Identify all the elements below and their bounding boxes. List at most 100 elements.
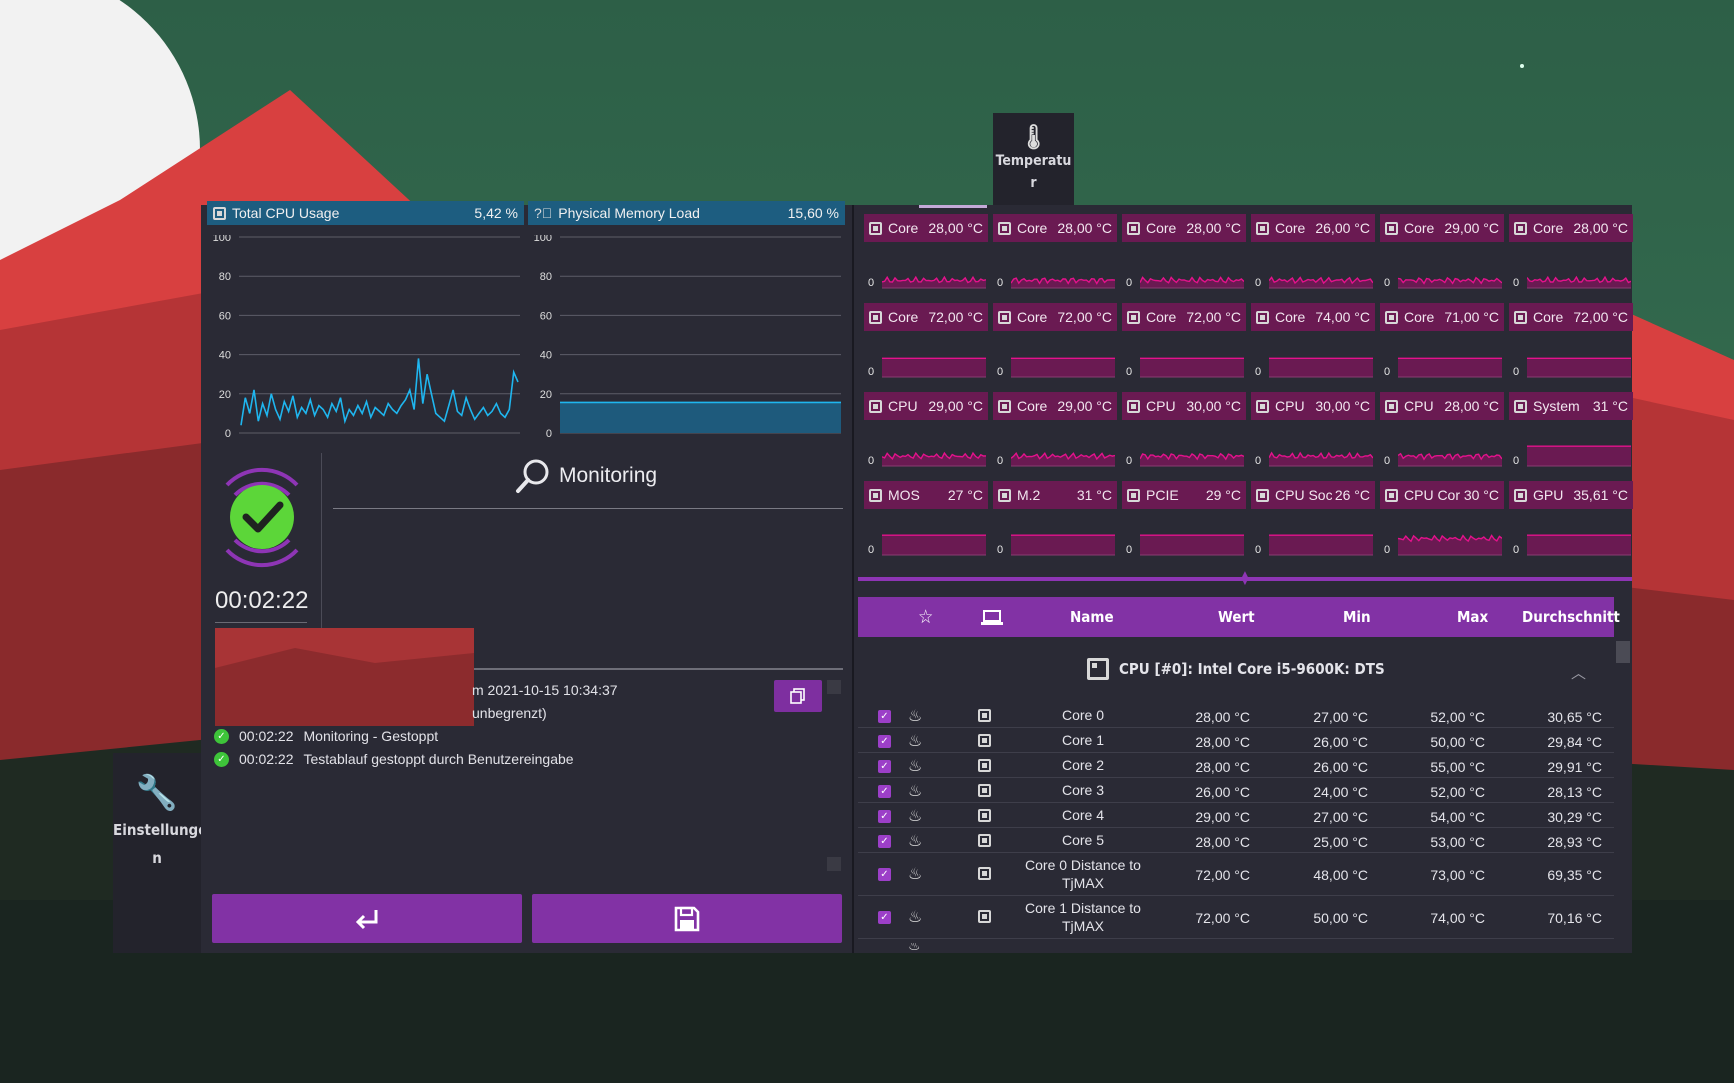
table-row-partial: ♨: [858, 943, 1614, 953]
row-name: Core 3: [1061, 782, 1105, 798]
y-tick-label: 100: [534, 235, 552, 244]
row-checkbox[interactable]: ✓: [878, 735, 891, 748]
temperature-icon: ♨: [908, 866, 923, 883]
splitter-handle[interactable]: ▲ ▼: [1240, 570, 1250, 588]
row-name: Core 2: [1061, 757, 1105, 773]
sensor-tile-header[interactable]: Core 72,00 °C: [864, 303, 988, 331]
memory-load-area: [560, 402, 841, 433]
sensor-tile-axis-zero: 0: [1513, 455, 1520, 467]
sensor-tile-header[interactable]: MOS 27 °C: [864, 481, 988, 509]
log-divider: [474, 668, 843, 670]
sensor-tile-value: 27 °C: [947, 487, 983, 503]
return-button[interactable]: [212, 894, 522, 943]
sensor-tile-header[interactable]: Core 72,00 °C: [1122, 303, 1246, 331]
log-scroll-up[interactable]: [827, 680, 841, 694]
sensor-tile-axis-zero: 0: [1384, 544, 1391, 556]
chip-icon: [978, 809, 991, 822]
table-row[interactable]: ✓ ♨ Core 3 26,00 °C 24,00 °C 52,00 °C 28,13 °C: [858, 778, 1614, 803]
save-button[interactable]: [532, 894, 842, 943]
elapsed-timer: 00:02:22: [215, 587, 309, 614]
sensor-tile-header[interactable]: Core 72,00 °C: [993, 303, 1117, 331]
sensor-tile-header[interactable]: CPU 30,00 °C: [1122, 392, 1246, 420]
row-checkbox[interactable]: ✓: [878, 911, 891, 924]
chip-icon: [978, 867, 991, 880]
sensor-sparkline: [1398, 534, 1502, 556]
wrench-icon: 🔧: [135, 773, 179, 813]
return-arrow-icon: [355, 909, 378, 929]
row-name: Core 4: [1061, 807, 1105, 823]
sensor-group-header[interactable]: CPU [#0]: Intel Core i5-9600K: DTS: [1087, 658, 1385, 680]
sensor-tile-header[interactable]: CPU 29,00 °C: [864, 392, 988, 420]
copy-log-button[interactable]: [774, 680, 822, 712]
row-value: 26,00 °C: [1195, 784, 1250, 800]
table-row[interactable]: ✓ ♨ Core 0 Distance to TjMAX 72,00 °C 48,00 …: [858, 853, 1614, 896]
monitoring-heading: Monitoring: [515, 458, 657, 494]
column-name[interactable]: Name: [1070, 608, 1114, 626]
column-max[interactable]: Max: [1457, 608, 1488, 626]
temperature-icon: ♨: [908, 943, 921, 953]
sensor-tile-header[interactable]: Core 28,00 °C: [993, 214, 1117, 242]
sensor-tile-header[interactable]: PCIE 29 °C: [1122, 481, 1246, 509]
chip-icon: [1127, 488, 1140, 502]
table-row[interactable]: ✓ ♨ Core 1 Distance to TjMAX 72,00 °C 50,00 …: [858, 896, 1614, 939]
y-tick-label: 0: [225, 428, 231, 440]
sensor-tile-header[interactable]: M.2 31 °C: [993, 481, 1117, 509]
row-checkbox[interactable]: ✓: [878, 785, 891, 798]
sensor-tile-header[interactable]: CPU Cor 30 °C: [1380, 481, 1504, 509]
sensor-tile-header[interactable]: Core 28,00 °C: [1122, 214, 1246, 242]
sensor-tile-value: 72,00 °C: [1186, 309, 1241, 325]
sensor-tile-value: 72,00 °C: [1057, 309, 1112, 325]
memory-load-plot: 100 80 60 40 20 0: [534, 235, 841, 440]
sensor-tile-header[interactable]: Core 74,00 °C: [1251, 303, 1375, 331]
column-value[interactable]: Wert: [1218, 608, 1255, 626]
sensor-sparkline: [1011, 357, 1115, 378]
sensor-tile-axis-zero: 0: [1384, 455, 1391, 467]
sensor-tile-axis-zero: 0: [1513, 366, 1520, 378]
log-line: ✓ 00:02:22 Monitoring - Gestoppt: [214, 728, 438, 744]
table-row[interactable]: ✓ ♨ Core 1 28,00 °C 26,00 °C 50,00 °C 29,84 °C: [858, 728, 1614, 753]
sidebar-item-settings[interactable]: 🔧 Einstellunge n: [113, 753, 207, 953]
sensor-tile-header[interactable]: Core 71,00 °C: [1380, 303, 1504, 331]
memory-load-graph: 100 80 60 40 20 0: [528, 235, 841, 441]
sensor-tile-header[interactable]: Core 28,00 °C: [1509, 214, 1633, 242]
collapse-chevron-icon[interactable]: ︿: [1571, 662, 1586, 683]
laptop-icon[interactable]: [981, 610, 1003, 626]
sensor-tile-header[interactable]: CPU 28,00 °C: [1380, 392, 1504, 420]
chip-icon: [1514, 221, 1527, 235]
log-scroll-down[interactable]: [827, 857, 841, 871]
sensor-tile-header[interactable]: Core 29,00 °C: [993, 392, 1117, 420]
sensor-tile-header[interactable]: System 31 °C: [1509, 392, 1633, 420]
sensor-tile-header[interactable]: Core 72,00 °C: [1509, 303, 1633, 331]
sensor-sparkline: [1269, 534, 1373, 556]
favorite-star-icon[interactable]: ☆: [918, 606, 933, 628]
table-row[interactable]: ✓ ♨ Core 0 28,00 °C 27,00 °C 52,00 °C 30,65 °C: [858, 703, 1614, 728]
table-row[interactable]: ✓ ♨ Core 5 28,00 °C 25,00 °C 53,00 °C 28,93 °C: [858, 828, 1614, 853]
row-avg: 30,29 °C: [1547, 809, 1602, 825]
sensor-tile-axis-zero: 0: [1126, 544, 1133, 556]
sensor-tile-header[interactable]: CPU 30,00 °C: [1251, 392, 1375, 420]
row-checkbox[interactable]: ✓: [878, 835, 891, 848]
row-min: 26,00 °C: [1313, 759, 1368, 775]
row-checkbox[interactable]: ✓: [878, 760, 891, 773]
row-max: 55,00 °C: [1430, 759, 1485, 775]
table-row[interactable]: ✓ ♨ Core 2 28,00 °C 26,00 °C 55,00 °C 29,91 °C: [858, 753, 1614, 778]
sensor-tile-header[interactable]: GPU 35,61 °C: [1509, 481, 1633, 509]
sidebar-item-temperature[interactable]: 🌡 Temperatu r: [993, 113, 1074, 207]
row-checkbox[interactable]: ✓: [878, 710, 891, 723]
chip-icon: [1127, 221, 1140, 235]
column-average[interactable]: Durchschnitt: [1522, 608, 1620, 626]
table-row[interactable]: ✓ ♨ Core 4 29,00 °C 27,00 °C 54,00 °C 30,29 °C: [858, 803, 1614, 828]
sensor-tile-header[interactable]: Core 29,00 °C: [1380, 214, 1504, 242]
sensor-tile-header[interactable]: CPU Soc 26 °C: [1251, 481, 1375, 509]
row-name: Core 1: [1061, 732, 1105, 748]
row-checkbox[interactable]: ✓: [878, 810, 891, 823]
sensor-tile-header[interactable]: Core 28,00 °C: [864, 214, 988, 242]
y-tick-label: 20: [540, 389, 552, 401]
log-line: unbegrenzt): [472, 705, 547, 721]
sensor-tile-label: Core: [1404, 220, 1435, 236]
row-checkbox[interactable]: ✓: [878, 868, 891, 881]
sensor-tile-header[interactable]: Core 26,00 °C: [1251, 214, 1375, 242]
column-min[interactable]: Min: [1343, 608, 1371, 626]
table-scrollbar[interactable]: [1616, 641, 1630, 663]
temperature-icon: ♨: [908, 708, 923, 725]
